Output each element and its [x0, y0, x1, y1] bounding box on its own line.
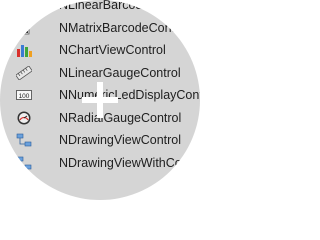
list-item-label: NDrawingViewControl	[59, 133, 182, 147]
list-item-label: NRadialGaugeControl	[59, 110, 182, 125]
toolbox-magnifier: NLinearBarcodeControl NMatrixBarcodeCont…	[0, 0, 200, 200]
drawing-view-commandbars-icon	[16, 156, 32, 169]
partial-icon	[18, 179, 30, 189]
drawing-view-icon	[16, 133, 32, 147]
radial-gauge-icon	[17, 111, 31, 124]
led-display-icon: 100	[16, 90, 32, 100]
list-item-matrix-barcode[interactable]: NMatrixBarcodeControl	[16, 17, 200, 40]
linear-gauge-icon	[16, 65, 32, 80]
list-item-partial[interactable]	[16, 174, 200, 197]
list-item-chart-view[interactable]: NChartViewControl	[16, 39, 200, 62]
list-item-label: NLinearBarcodeControl	[59, 0, 190, 12]
list-item-label: NMatrixBarcodeControl	[59, 20, 189, 35]
list-item-linear-gauge[interactable]: NLinearGaugeControl	[16, 62, 200, 85]
list-item-linear-barcode[interactable]: NLinearBarcodeControl	[16, 0, 200, 17]
list-item-label: NLinearGaugeControl	[59, 65, 181, 80]
list-item-label: NDrawingViewWithCommandBarsControl	[59, 155, 200, 170]
chart-icon	[17, 45, 32, 57]
list-item-numeric-led-display[interactable]: 100 NNumericLedDisplayControl	[16, 84, 200, 107]
list-item-label: NChartViewControl	[59, 43, 166, 57]
matrix-barcode-icon	[18, 21, 30, 34]
list-item-drawing-view[interactable]: NDrawingViewControl	[16, 129, 200, 152]
list-item-label: NNumericLedDisplayControl	[59, 88, 200, 102]
list-item-radial-gauge[interactable]: NRadialGaugeControl	[16, 107, 200, 130]
toolbox-list: NLinearBarcodeControl NMatrixBarcodeCont…	[16, 0, 200, 197]
magnifier-lens: NLinearBarcodeControl NMatrixBarcodeCont…	[0, 0, 200, 200]
svg-text:100: 100	[19, 93, 30, 100]
barcode-icon	[17, 0, 31, 10]
list-item-drawing-view-commandbars[interactable]: NDrawingViewWithCommandBarsControl	[16, 152, 200, 175]
